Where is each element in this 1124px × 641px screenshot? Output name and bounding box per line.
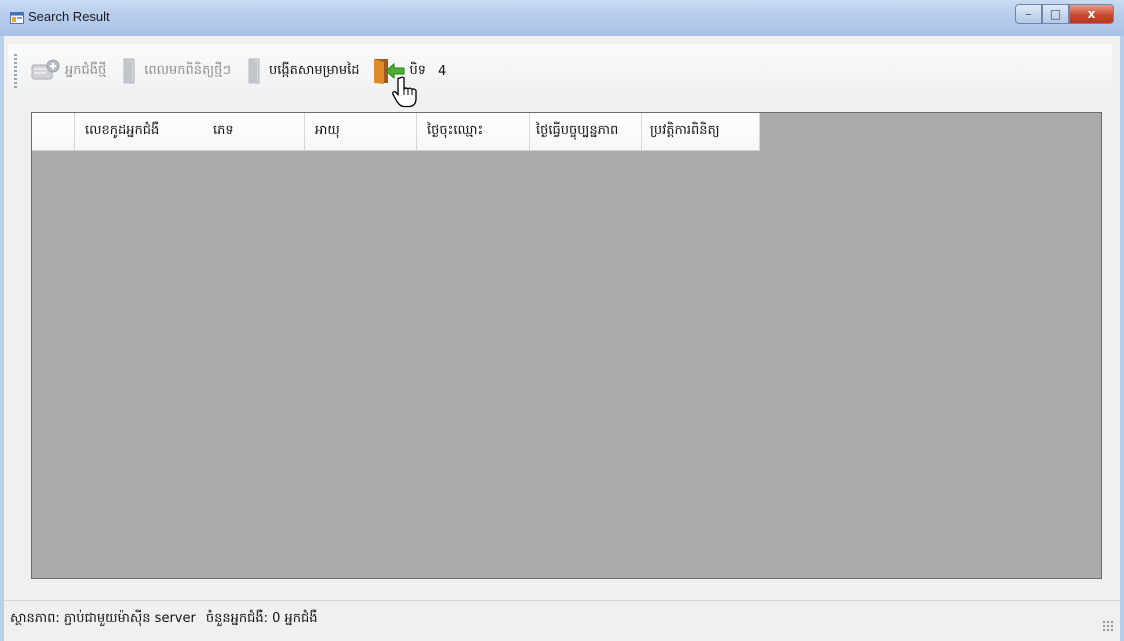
app-window: Search Result – □ x អ្នកជំងឺថ្មី ពេលមកពិ… [0,0,1124,641]
new-patient-label: អ្នកជំងឺថ្មី [65,62,107,78]
door-icon [243,57,265,85]
results-grid[interactable]: លេខកូដអ្នកជំងឺ អាយុ ថ្ងៃចុះឈ្មោះ ថ្ងៃធ្វ… [31,112,1102,579]
maximize-button[interactable]: □ [1042,4,1069,24]
add-patient-icon [31,59,61,83]
create-fingerprint-button[interactable]: បង្កើតសាមម្រាមដៃ [237,51,366,91]
recent-visits-label: ពេលមកពិនិត្យថ្មីៗ [144,62,231,78]
column-header-registration-date[interactable]: ថ្ងៃចុះឈ្មោះ [417,113,530,151]
create-fingerprint-label: បង្កើតសាមម្រាមដៃ [268,62,360,78]
hand-cursor-icon [392,76,418,112]
toolbar: អ្នកជំងឺថ្មី ពេលមកពិនិត្យថ្មីៗ បង្កើតសាម… [8,44,1112,98]
status-patient-count: ចំនួនអ្នកជំងឺ: 0 អ្នកជំងឺ [205,611,318,626]
toolbar-grip[interactable] [14,54,17,88]
minimize-button[interactable]: – [1015,4,1042,24]
new-patient-button[interactable]: អ្នកជំងឺថ្មី [25,51,112,91]
toolbar-count-label: 4 [438,63,447,79]
column-header-visit-history[interactable]: ប្រវត្តិការពិនិត្យ [642,113,760,151]
recent-visits-button[interactable]: ពេលមកពិនិត្យថ្មីៗ [112,51,237,91]
column-header-age[interactable]: អាយុ [305,113,417,151]
maximize-icon: □ [1049,7,1062,21]
status-connection-text: ស្ថានភាព: ភ្ជាប់ជាមួយម៉ាស៊ីន server [10,611,196,626]
caption-buttons: – □ x [1015,4,1114,26]
app-icon [10,10,24,24]
window-title: Search Result [28,9,110,24]
row-header-corner[interactable] [32,113,75,151]
minimize-icon: – [1025,7,1032,21]
door-icon [118,57,140,85]
column-header-sex[interactable]: ភេទ [213,113,234,150]
toolbar-count: 4 [432,51,452,91]
title-bar[interactable]: Search Result – □ x [0,0,1124,37]
status-bar: ស្ថានភាព: ភ្ជាប់ជាមួយម៉ាស៊ីន server ចំនួ… [4,600,1120,638]
column-header-patient-code[interactable]: លេខកូដអ្នកជំងឺ [75,113,305,151]
close-icon: x [1087,7,1096,21]
resize-grip[interactable] [1102,620,1114,632]
close-button[interactable]: x [1069,4,1114,24]
column-header-updated-date[interactable]: ថ្ងៃធ្វើបច្ចុប្បន្នភាព [530,113,642,151]
grid-header: លេខកូដអ្នកជំងឺ អាយុ ថ្ងៃចុះឈ្មោះ ថ្ងៃធ្វ… [32,113,760,151]
